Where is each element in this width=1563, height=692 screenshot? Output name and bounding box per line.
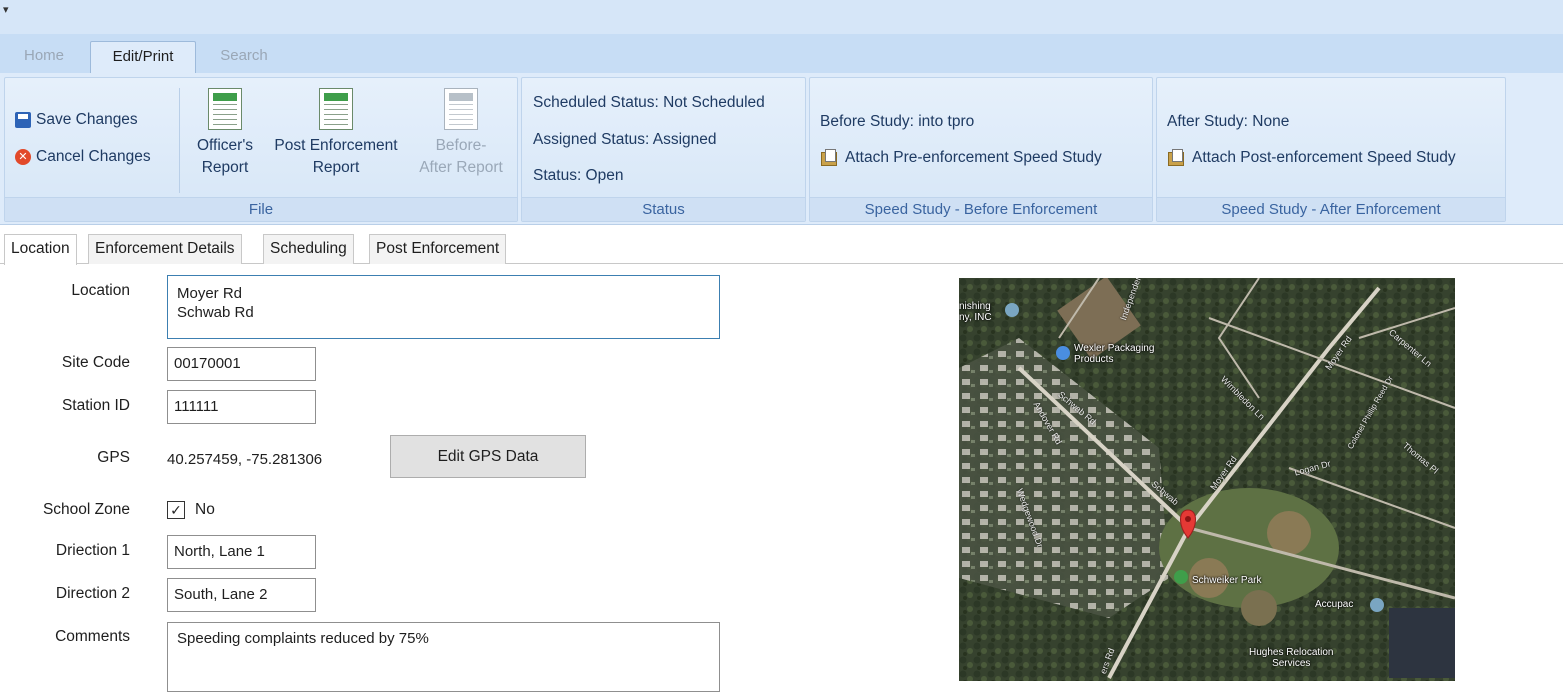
location-input[interactable]: Moyer Rd Schwab Rd [167,275,720,339]
map-park-marker[interactable] [1174,570,1188,584]
direction1-label: Driection 1 [55,542,130,559]
attach-clipboard-icon [1167,149,1187,167]
attach-clipboard-icon [820,149,840,167]
tab-scheduling[interactable]: Scheduling [263,234,354,264]
officers-report-label-line2: Report [201,159,249,176]
content-tab-strip: Location Enforcement Details Scheduling … [0,232,1563,265]
post-enforcement-report-label-line1: Post Enforcement [274,137,398,154]
assigned-status-text: Assigned Status: Assigned [533,131,717,148]
school-zone-checkbox-label: No [195,501,215,518]
ribbon: Save Changes ✕ Cancel Changes Officer's … [0,73,1563,225]
map-place-label: Schweiker Park [1192,575,1262,586]
map-place-marker[interactable] [1005,303,1019,317]
direction2-input[interactable]: South, Lane 2 [167,578,316,612]
group-separator [179,88,180,193]
report-sheet-icon [208,88,242,130]
attach-pre-enforcement-label: Attach Pre-enforcement Speed Study [845,149,1102,166]
direction1-input[interactable]: North, Lane 1 [167,535,316,569]
quick-access-dropdown-icon[interactable]: ▾ [3,3,15,17]
title-bar: ▾ [0,0,1563,34]
speed-study-after-label: Speed Study - After Enforcement [1157,197,1505,221]
file-group-label: File [5,197,517,221]
satellite-map[interactable]: nishing ny, INC Wexler Packaging Products … [959,278,1455,681]
tab-home[interactable]: Home [8,41,80,74]
tab-search[interactable]: Search [204,41,284,74]
report-sheet-icon [319,88,353,130]
attach-pre-enforcement-button[interactable]: Attach Pre-enforcement Speed Study [820,149,1102,167]
save-changes-label: Save Changes [36,111,138,128]
attach-post-enforcement-button[interactable]: Attach Post-enforcement Speed Study [1167,149,1456,167]
gps-label: GPS [97,449,130,466]
save-icon [15,112,31,128]
after-study-text: After Study: None [1167,113,1290,130]
school-zone-label: School Zone [42,501,130,518]
scheduled-status-text: Scheduled Status: Not Scheduled [533,94,765,111]
officers-report-label-line1: Officer's [196,137,254,154]
map-place-label: Hughes Relocation Services [1249,647,1334,669]
post-enforcement-report-label-line2: Report [312,159,360,176]
speed-study-before-label: Speed Study - Before Enforcement [810,197,1152,221]
before-study-text: Before Study: into tpro [820,113,975,130]
status-group-label: Status [522,197,805,221]
speed-study-before-group: Before Study: into tpro Attach Pre-enfor… [809,77,1153,222]
before-after-report-button[interactable]: Before- After Report [409,88,513,179]
location-label: Location [71,282,130,299]
report-sheet-icon [444,88,478,130]
map-place-label: nishing ny, INC [959,301,992,323]
file-group: Save Changes ✕ Cancel Changes Officer's … [4,77,518,222]
before-after-report-label-line1: Before- [435,137,487,154]
map-place-label: Accupac [1315,599,1354,610]
officers-report-button[interactable]: Officer's Report [185,88,265,179]
map-place-marker[interactable] [1056,346,1070,360]
school-zone-checkbox[interactable]: ✓ [167,501,185,519]
station-id-input[interactable]: 111111 [167,390,316,424]
gps-value: 40.257459, -75.281306 [167,451,323,468]
cancel-icon: ✕ [15,149,31,165]
tab-post-enforcement[interactable]: Post Enforcement [369,234,507,264]
cancel-changes-button[interactable]: ✕ Cancel Changes [15,148,151,166]
before-after-report-label-line2: After Report [419,159,503,176]
status-group: Scheduled Status: Not Scheduled Assigned… [521,77,806,222]
direction2-label: Direction 2 [55,585,130,602]
tab-location[interactable]: Location [4,234,77,265]
map-place-label: Wexler Packaging Products [1074,343,1155,365]
site-code-input[interactable]: 00170001 [167,347,316,381]
edit-gps-data-button[interactable]: Edit GPS Data [390,435,586,478]
map-imagery [959,278,1455,681]
speed-study-after-group: After Study: None Attach Post-enforcemen… [1156,77,1506,222]
status-text: Status: Open [533,167,624,184]
tab-edit-print[interactable]: Edit/Print [90,41,196,74]
comments-input[interactable]: Speeding complaints reduced by 75% [167,622,720,692]
tab-enforcement-details[interactable]: Enforcement Details [88,234,242,264]
station-id-label: Station ID [61,397,130,414]
attach-post-enforcement-label: Attach Post-enforcement Speed Study [1192,149,1456,166]
ribbon-tab-strip: Home Edit/Print Search [0,34,1563,74]
post-enforcement-report-button[interactable]: Post Enforcement Report [261,88,411,179]
cancel-changes-label: Cancel Changes [36,148,151,165]
comments-label: Comments [55,628,130,645]
save-changes-button[interactable]: Save Changes [15,111,138,129]
site-code-label: Site Code [61,354,130,371]
map-place-marker[interactable] [1370,598,1384,612]
